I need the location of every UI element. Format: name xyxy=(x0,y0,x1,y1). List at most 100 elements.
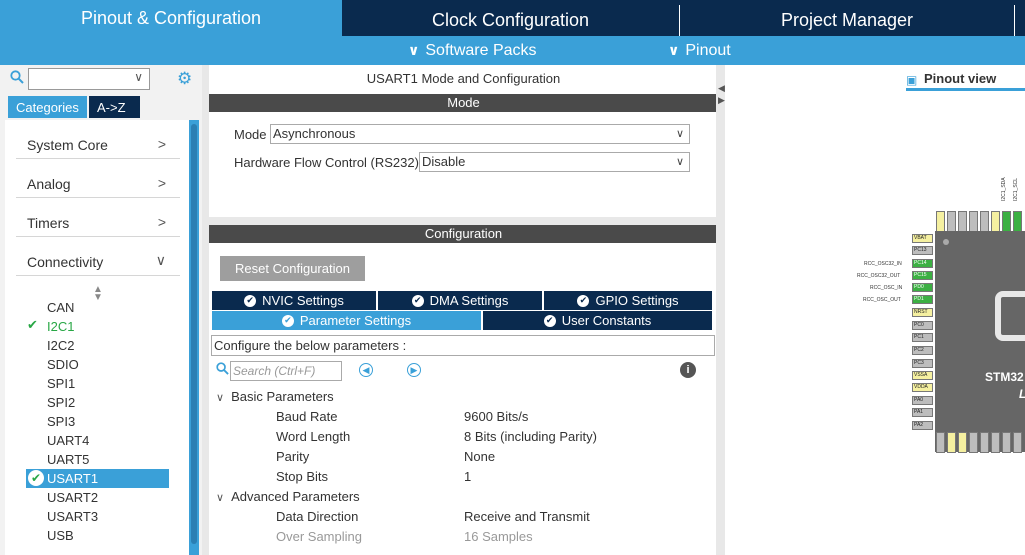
param-value[interactable]: 1 xyxy=(464,469,471,484)
chip-pin[interactable]: PC2 xyxy=(912,346,933,355)
peripheral-i2c1[interactable]: I2C1 xyxy=(47,317,74,336)
chip-pin[interactable] xyxy=(947,211,956,232)
chip-pin[interactable]: PC14 xyxy=(912,259,933,268)
chevron-down-icon: ∨ xyxy=(675,156,684,168)
chip-pin[interactable] xyxy=(1002,432,1011,453)
gear-icon[interactable]: ⚙ xyxy=(177,69,192,89)
param-value[interactable]: None xyxy=(464,449,495,464)
sort-icon[interactable]: ▲ ▼ xyxy=(93,285,103,303)
check-icon: ✔ xyxy=(27,317,38,332)
pin-signal-label: RCC_OSC32_IN xyxy=(864,261,902,267)
chip-pin[interactable] xyxy=(980,432,989,453)
tab-categories[interactable]: Categories xyxy=(8,96,87,118)
chip-pin[interactable]: PC0 xyxy=(912,321,933,330)
check-circle-icon: ✔ xyxy=(411,294,424,307)
tab-parameter-settings[interactable]: ✔ Parameter Settings xyxy=(212,311,481,330)
chip-pin[interactable] xyxy=(936,432,945,453)
chip-pin[interactable] xyxy=(958,211,967,232)
chip-pin[interactable]: PA2 xyxy=(912,421,933,430)
group-basic-parameters[interactable]: ∨ Basic Parameters xyxy=(216,389,334,404)
chip-pin[interactable]: PA0 xyxy=(912,396,933,405)
mcu-chip[interactable]: STM32 LC xyxy=(935,231,1025,452)
chip-pin[interactable] xyxy=(969,211,978,232)
param-value[interactable]: 8 Bits (including Parity) xyxy=(464,429,597,444)
software-packs-menu[interactable]: ∨ Software Packs xyxy=(408,36,537,65)
chip-pin[interactable]: PC3 xyxy=(912,359,933,368)
chip-pin[interactable] xyxy=(1002,211,1011,232)
pin-signal-label: I2C1_SDA xyxy=(1001,177,1007,201)
reset-configuration-button[interactable]: Reset Configuration xyxy=(220,256,365,281)
chip-pin[interactable] xyxy=(1013,432,1022,453)
collapse-right-icon[interactable]: ▶ xyxy=(718,95,725,106)
next-result-icon[interactable]: ▶ xyxy=(407,363,421,377)
panel-splitter[interactable]: ◀ ▶ xyxy=(716,65,725,555)
peripheral-spi2[interactable]: SPI2 xyxy=(47,393,75,412)
previous-result-icon[interactable]: ◀ xyxy=(359,363,373,377)
category-analog[interactable]: Analog > xyxy=(16,159,180,198)
check-circle-icon: ✔ xyxy=(281,314,294,327)
chip-pin[interactable]: VBAT xyxy=(912,234,933,243)
category-search-input[interactable]: ∨ xyxy=(28,68,150,90)
chip-pin[interactable]: PD1 xyxy=(912,295,933,304)
chip-pin[interactable] xyxy=(1013,211,1022,232)
scrollbar-thumb[interactable] xyxy=(191,124,197,544)
group-advanced-parameters[interactable]: ∨ Advanced Parameters xyxy=(216,489,360,504)
mode-select[interactable]: Asynchronous ∨ xyxy=(270,124,690,144)
param-name: Data Direction xyxy=(276,509,359,524)
peripheral-usart2[interactable]: USART2 xyxy=(47,488,98,507)
stm32cubemx-window: Pinout & Configuration Clock Configurati… xyxy=(0,0,1025,555)
peripheral-spi1[interactable]: SPI1 xyxy=(47,374,75,393)
chip-pin[interactable]: VSSA xyxy=(912,371,933,380)
tab-gpio-settings[interactable]: ✔ GPIO Settings xyxy=(544,291,712,310)
chip-pin[interactable] xyxy=(991,211,1000,232)
chip-pin[interactable]: NRST xyxy=(912,308,933,317)
info-icon[interactable]: i xyxy=(680,362,696,378)
peripheral-usart1[interactable]: ✔ USART1 xyxy=(26,469,169,488)
category-connectivity[interactable]: Connectivity ∨ xyxy=(16,237,180,276)
peripheral-i2c2[interactable]: I2C2 xyxy=(47,336,74,355)
chip-pin[interactable] xyxy=(936,211,945,232)
category-system-core[interactable]: System Core > xyxy=(16,120,180,159)
chip-pin[interactable]: PA1 xyxy=(912,408,933,417)
chip-pin[interactable] xyxy=(980,211,989,232)
tab-nvic-settings[interactable]: ✔ NVIC Settings xyxy=(212,291,376,310)
parameters-hint: Configure the below parameters : xyxy=(211,335,715,356)
peripheral-spi3[interactable]: SPI3 xyxy=(47,412,75,431)
pin-signal-label: RCC_OSC32_OUT xyxy=(857,273,901,279)
peripheral-can[interactable]: CAN xyxy=(47,298,74,317)
peripheral-usb[interactable]: USB xyxy=(47,526,74,545)
tab-project-manager[interactable]: Project Manager xyxy=(679,5,1014,36)
chip-pin[interactable] xyxy=(991,432,1000,453)
mode-section: USART1 Mode and Configuration Mode Mode … xyxy=(209,65,718,217)
parameter-search-input[interactable]: Search (Ctrl+F) xyxy=(230,361,342,381)
category-timers[interactable]: Timers > xyxy=(16,198,180,237)
tab-pinout-configuration[interactable]: Pinout & Configuration xyxy=(0,0,342,36)
pinout-menu[interactable]: ∨ Pinout xyxy=(668,36,731,65)
chip-pin[interactable]: VDDA xyxy=(912,383,933,392)
peripheral-uart5[interactable]: UART5 xyxy=(47,450,89,469)
param-value[interactable]: Receive and Transmit xyxy=(464,509,590,524)
peripheral-usart3[interactable]: USART3 xyxy=(47,507,98,526)
param-name: Parity xyxy=(276,449,310,464)
chip-pin[interactable]: PD0 xyxy=(912,283,933,292)
tab-overflow[interactable] xyxy=(1014,5,1025,36)
tab-dma-settings[interactable]: ✔ DMA Settings xyxy=(378,291,542,310)
peripheral-sdio[interactable]: SDIO xyxy=(47,355,79,374)
tab-a-z[interactable]: A->Z xyxy=(89,96,140,118)
chip-pin[interactable]: PC1 xyxy=(912,333,933,342)
chip-pin[interactable] xyxy=(947,432,956,453)
chip-pin[interactable]: PC15 xyxy=(912,271,933,280)
category-scrollbar[interactable] xyxy=(189,120,199,555)
check-circle-icon: ✔ xyxy=(543,314,556,327)
chip-pin[interactable] xyxy=(969,432,978,453)
tab-clock-configuration[interactable]: Clock Configuration xyxy=(342,5,679,36)
param-value[interactable]: 9600 Bits/s xyxy=(464,409,528,424)
chip-pin[interactable]: PC13 xyxy=(912,246,933,255)
chip-pin[interactable] xyxy=(958,432,967,453)
tab-pinout-view[interactable]: ▣ Pinout view xyxy=(906,69,1025,91)
peripheral-uart4[interactable]: UART4 xyxy=(47,431,89,450)
collapse-left-icon[interactable]: ◀ xyxy=(718,83,725,94)
chevron-down-icon[interactable]: ∨ xyxy=(134,70,143,84)
tab-user-constants[interactable]: ✔ User Constants xyxy=(483,311,712,330)
flow-control-select[interactable]: Disable ∨ xyxy=(419,152,690,172)
